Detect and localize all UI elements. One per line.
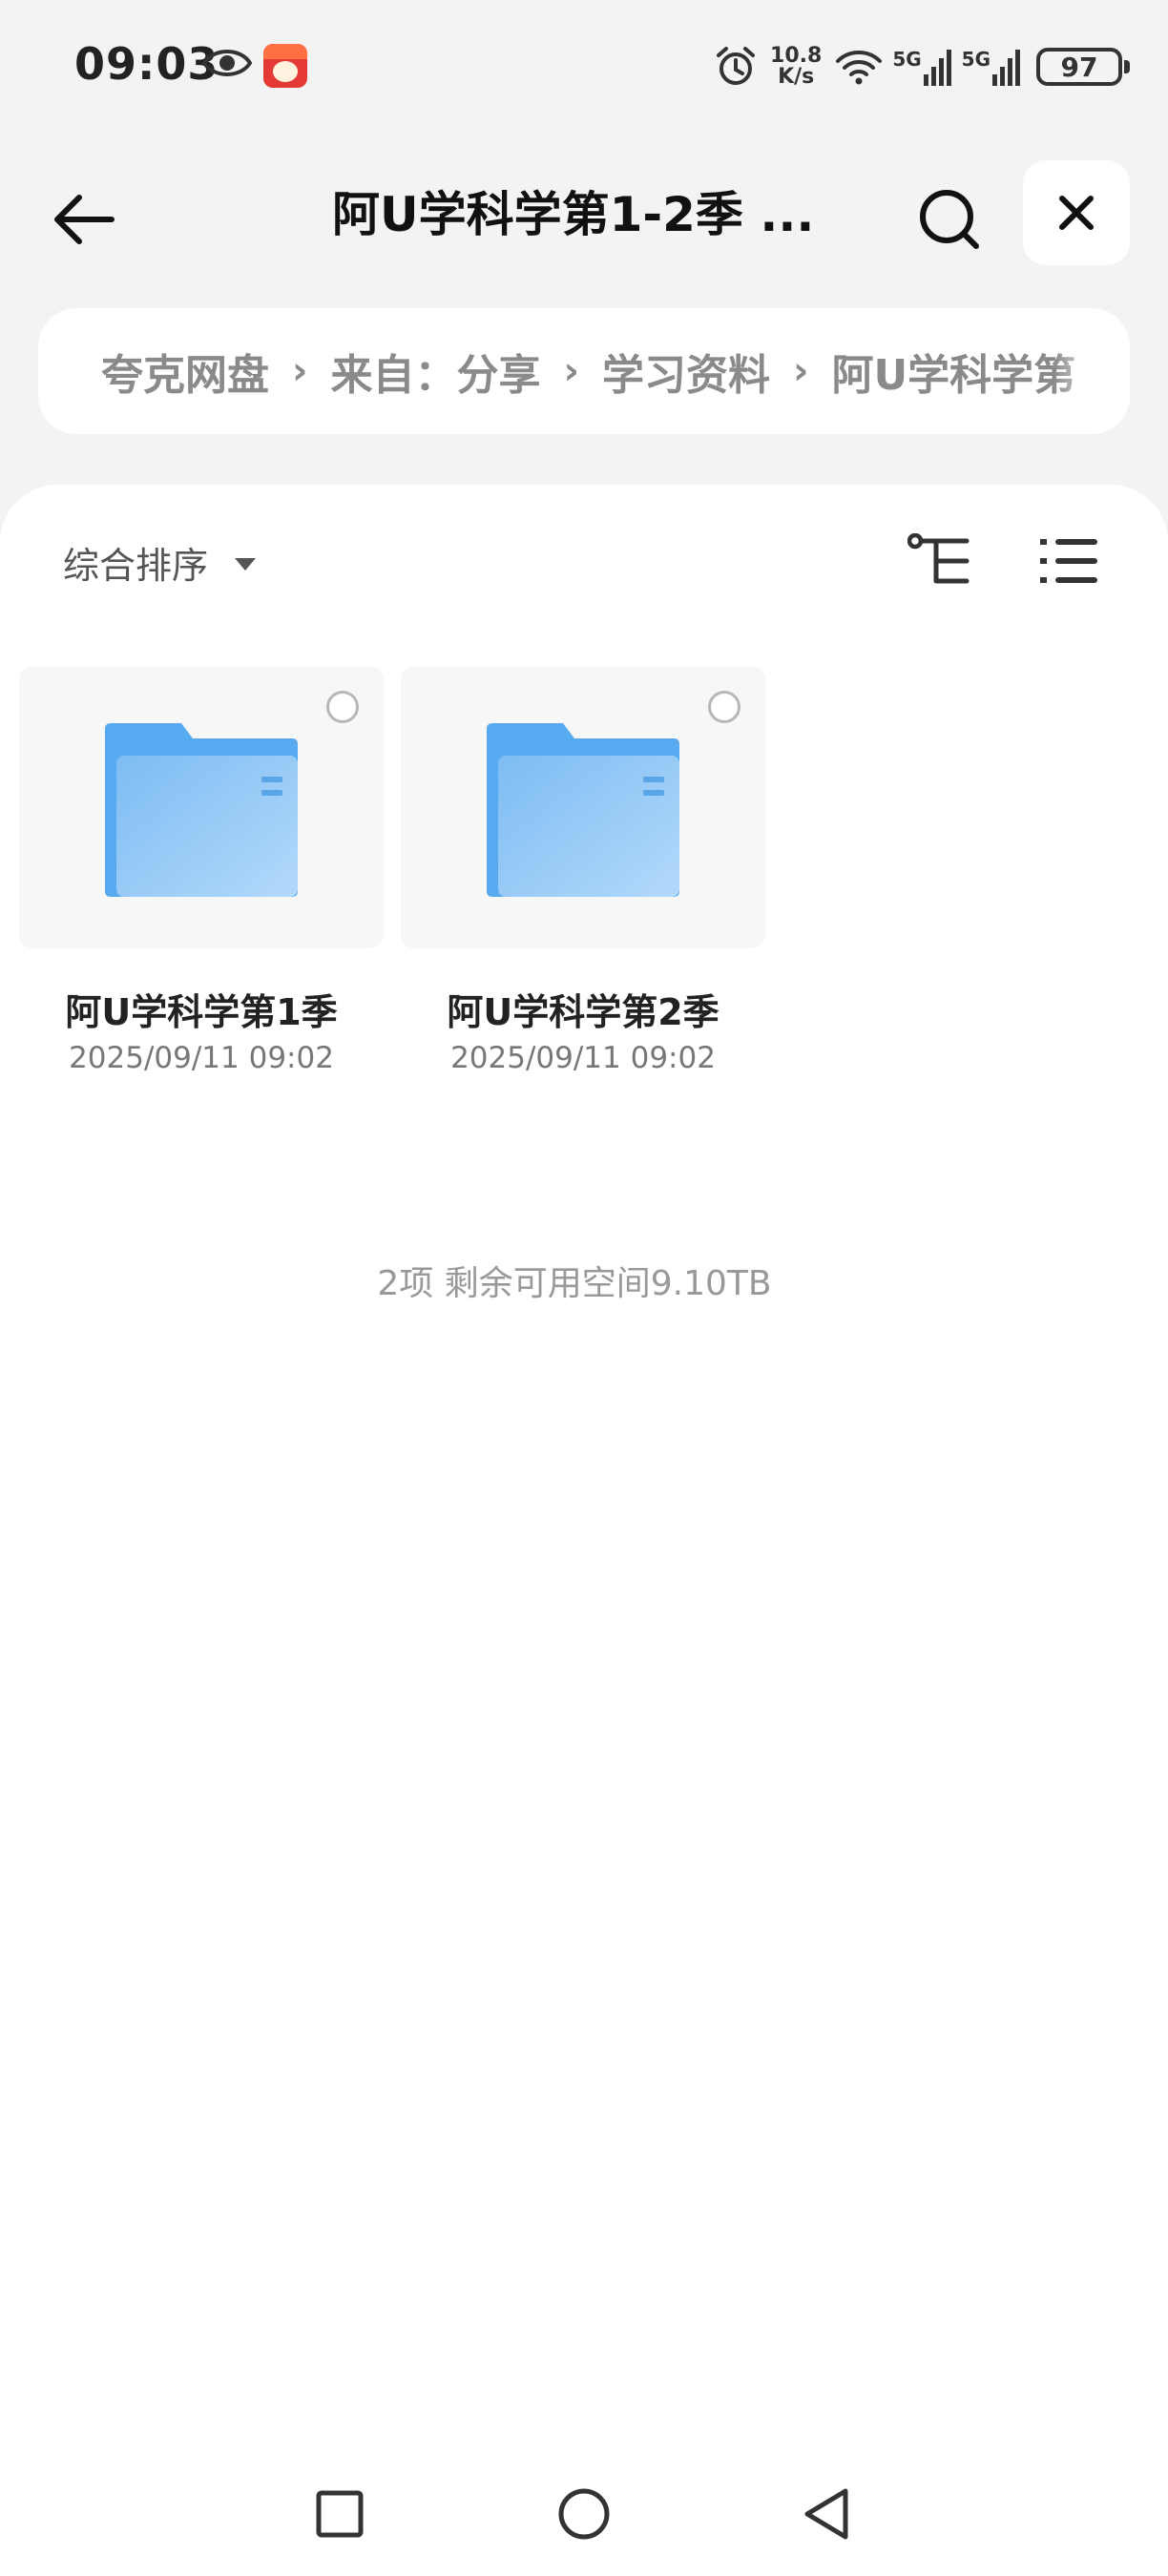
caret-down-icon <box>235 557 257 571</box>
chevron-right-icon: › <box>292 349 308 393</box>
recent-apps-button[interactable] <box>302 2462 378 2566</box>
search-icon <box>920 190 979 249</box>
folder-date: 2025/09/11 09:02 <box>450 1041 716 1075</box>
eye-icon <box>202 50 252 76</box>
tree-view-icon <box>907 533 970 584</box>
signal-strength-2: 5G <box>962 48 1021 86</box>
select-checkbox[interactable] <box>708 691 740 723</box>
breadcrumb-item-study[interactable]: 学习资料 <box>602 341 770 402</box>
chevron-right-icon: › <box>792 349 809 393</box>
close-icon <box>1059 196 1094 230</box>
page-title: 阿U学科学第1-2季 ... <box>332 187 815 242</box>
wifi-icon <box>836 51 883 85</box>
back-button[interactable] <box>48 183 120 256</box>
chevron-right-icon: › <box>563 349 579 393</box>
tree-view-button[interactable] <box>903 525 975 597</box>
system-nav-bar <box>0 2462 1168 2566</box>
folder-thumbnail[interactable] <box>19 666 384 948</box>
folder-icon <box>487 723 679 897</box>
breadcrumb-item-root[interactable]: 夸克网盘 <box>101 341 269 402</box>
system-back-button[interactable] <box>788 2462 865 2566</box>
breadcrumb-item-share[interactable]: 来自：分享 <box>330 341 540 402</box>
alarm-icon <box>717 47 756 85</box>
signal-strength-1: 5G <box>892 48 951 86</box>
triangle-back-icon <box>804 2488 848 2540</box>
battery-level: 97 <box>1060 51 1098 83</box>
folder-name: 阿U学科学第2季 <box>447 991 720 1033</box>
breadcrumb-fade <box>1053 308 1130 434</box>
select-checkbox[interactable] <box>326 691 359 723</box>
status-right-group: 10.8 K/s 5G 5G 97 <box>715 38 1130 95</box>
main-panel: 综合排序 阿U学科学第1季 2025/09/11 09:02 阿U学科学第2季 … <box>0 485 1168 2576</box>
signal-1-label: 5G <box>892 48 922 71</box>
circle-icon <box>558 2488 610 2540</box>
list-view-icon <box>1040 539 1097 583</box>
home-button[interactable] <box>546 2462 622 2566</box>
top-nav: 阿U学科学第1-2季 ... <box>0 153 1168 277</box>
folder-card[interactable]: 阿U学科学第1季 2025/09/11 09:02 <box>19 666 384 1075</box>
folder-thumbnail[interactable] <box>401 666 765 948</box>
status-time: 09:03 <box>74 38 219 90</box>
folder-name: 阿U学科学第1季 <box>65 991 338 1033</box>
close-button[interactable] <box>1023 160 1130 265</box>
storage-summary: 2项 剩余可用空间9.10TB <box>377 1264 772 1303</box>
app-notification-icon <box>263 44 307 88</box>
signal-2-label: 5G <box>961 48 991 71</box>
sort-dropdown[interactable]: 综合排序 <box>63 529 257 595</box>
list-view-button[interactable] <box>1031 525 1107 597</box>
breadcrumb: 夸克网盘 › 来自：分享 › 学习资料 › 阿U学科学第 <box>38 308 1130 434</box>
battery-indicator: 97 <box>1036 48 1130 86</box>
breadcrumb-item-current[interactable]: 阿U学科学第 <box>831 341 1075 402</box>
network-speed-value: 10.8 <box>770 44 823 68</box>
folder-icon <box>105 723 298 897</box>
square-icon <box>316 2490 364 2538</box>
signal-bars-icon <box>923 50 951 86</box>
signal-bars-icon <box>992 50 1020 86</box>
folder-card[interactable]: 阿U学科学第2季 2025/09/11 09:02 <box>401 666 765 1075</box>
sort-label: 综合排序 <box>63 544 209 587</box>
arrow-left-icon <box>54 195 115 244</box>
network-speed-unit: K/s <box>778 65 815 89</box>
status-bar: 09:03 10.8 K/s 5G 5G 97 <box>0 0 1168 134</box>
folder-date: 2025/09/11 09:02 <box>69 1041 334 1075</box>
network-speed: 10.8 K/s <box>770 46 822 88</box>
search-button[interactable] <box>911 181 988 258</box>
